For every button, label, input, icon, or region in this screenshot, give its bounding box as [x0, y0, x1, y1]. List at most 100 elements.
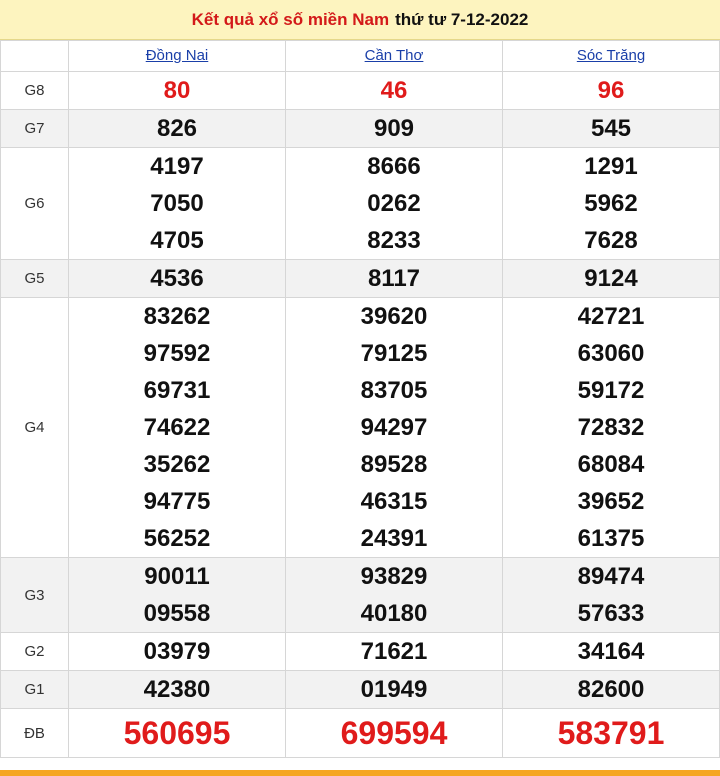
prize-number: 96 [597, 77, 625, 104]
prize-number: 35262 [143, 451, 211, 478]
prize-number: 699594 [340, 715, 448, 751]
prize-cell: 560695 [68, 708, 286, 758]
prize-cell: 1291 5962 7628 [502, 147, 720, 260]
prize-number: 68084 [577, 451, 645, 478]
bottom-bar [0, 770, 720, 776]
prize-cell: 8666 0262 8233 [285, 147, 503, 260]
prize-number: 9124 [584, 265, 638, 292]
prize-number: 24391 [360, 525, 428, 552]
prize-number: 57633 [577, 600, 645, 627]
prize-number: 4197 [150, 153, 204, 180]
results-table: Đồng Nai Cần Thơ Sóc Trăng G8 80 46 96 G7 826… [0, 40, 720, 758]
prize-number: 1291 [584, 153, 638, 180]
prize-cell: 545 [502, 109, 720, 148]
prize-label: G7 [0, 109, 69, 148]
prize-number: 560695 [123, 715, 231, 751]
prize-number: 40180 [360, 600, 428, 627]
prize-number: 69731 [143, 377, 211, 404]
prize-number: 61375 [577, 525, 645, 552]
prize-number: 56252 [143, 525, 211, 552]
prize-number: 5962 [584, 190, 638, 217]
prize-number: 42721 [577, 303, 645, 330]
results-title: Kết quả xổ số miền Nam thứ tư 7-12-2022 [0, 0, 720, 40]
prize-cell: 4197 7050 4705 [68, 147, 286, 260]
prize-number: 83705 [360, 377, 428, 404]
prize-cell: 80 [68, 71, 286, 110]
prize-number: 89474 [577, 563, 645, 590]
prize-row-g4: G4 83262 97592 69731 74622 35262 94775 56252 396… [0, 297, 720, 558]
prize-cell: 826 [68, 109, 286, 148]
prize-cell: 8117 [285, 259, 503, 298]
prize-number: 89528 [360, 451, 428, 478]
prize-number: 83262 [143, 303, 211, 330]
province-link-soc-trang[interactable]: Sóc Trăng [577, 47, 645, 64]
prize-number: 59172 [577, 377, 645, 404]
prize-label: ĐB [0, 708, 69, 758]
prize-number: 74622 [143, 414, 211, 441]
prize-number: 09558 [143, 600, 211, 627]
prize-number: 4536 [150, 265, 204, 292]
prize-row-đb: ĐB 560695 699594 583791 [0, 708, 720, 758]
prize-number: 97592 [143, 340, 211, 367]
prize-row-g8: G8 80 46 96 [0, 71, 720, 110]
province-link-dong-nai[interactable]: Đồng Nai [146, 47, 209, 64]
prize-number: 8117 [367, 265, 421, 292]
prize-number: 72832 [577, 414, 645, 441]
province-header: Đồng Nai [68, 40, 286, 72]
prize-label: G3 [0, 557, 69, 633]
prize-number: 03979 [143, 638, 211, 665]
title-region: Kết quả xổ số miền Nam [191, 9, 390, 29]
prize-cell: 03979 [68, 632, 286, 671]
prize-cell: 46 [285, 71, 503, 110]
prize-cell: 909 [285, 109, 503, 148]
prize-number: 8233 [367, 227, 421, 254]
prize-number: 39620 [360, 303, 428, 330]
prize-number: 90011 [144, 563, 210, 590]
prize-cell: 93829 40180 [285, 557, 503, 633]
prize-number: 826 [156, 115, 198, 142]
prize-cell: 42380 [68, 670, 286, 709]
prize-cell: 4536 [68, 259, 286, 298]
prize-cell: 71621 [285, 632, 503, 671]
title-date: thứ tư 7-12-2022 [395, 9, 529, 29]
prize-number: 909 [373, 115, 415, 142]
province-link-can-tho[interactable]: Cần Thơ [365, 47, 424, 64]
prize-number: 01949 [360, 676, 428, 703]
prize-cell: 83262 97592 69731 74622 35262 94775 56252 [68, 297, 286, 558]
prize-row-g2: G2 03979 71621 34164 [0, 632, 720, 671]
header-blank [0, 40, 69, 72]
prize-cell: 39620 79125 83705 94297 89528 46315 24391 [285, 297, 503, 558]
prize-cell: 42721 63060 59172 72832 68084 39652 61375 [502, 297, 720, 558]
prize-number: 79125 [360, 340, 428, 367]
prize-label: G2 [0, 632, 69, 671]
prize-row-g5: G5 4536 8117 9124 [0, 259, 720, 298]
prize-number: 7050 [150, 190, 204, 217]
prize-number: 63060 [577, 340, 645, 367]
province-header: Sóc Trăng [502, 40, 720, 72]
prize-number: 71621 [360, 638, 428, 665]
prize-number: 34164 [577, 638, 645, 665]
prize-number: 39652 [577, 488, 645, 515]
prize-number: 46315 [360, 488, 428, 515]
prize-label: G6 [0, 147, 69, 260]
prize-row-g3: G3 90011 09558 93829 40180 89474 57633 [0, 557, 720, 633]
results-panel: Kết quả xổ số miền Nam thứ tư 7-12-2022 … [0, 0, 720, 776]
prize-cell: 34164 [502, 632, 720, 671]
province-header: Cần Thơ [285, 40, 503, 72]
prize-cell: 9124 [502, 259, 720, 298]
prize-cell: 90011 09558 [68, 557, 286, 633]
prize-cell: 01949 [285, 670, 503, 709]
prize-number: 94775 [143, 488, 211, 515]
prize-number: 583791 [557, 715, 665, 751]
prize-row-g6: G6 4197 7050 4705 8666 0262 8233 1291 5962 7628 [0, 147, 720, 260]
prize-number: 8666 [367, 153, 421, 180]
prize-label: G8 [0, 71, 69, 110]
prize-number: 46 [380, 77, 408, 104]
prize-label: G4 [0, 297, 69, 558]
prize-number: 7628 [584, 227, 638, 254]
prize-row-g7: G7 826 909 545 [0, 109, 720, 148]
prize-number: 82600 [577, 676, 645, 703]
prize-cell: 96 [502, 71, 720, 110]
prize-rows: G8 80 46 96 G7 826 909 545 G6 4197 7050 4705 8666 026… [0, 71, 720, 758]
prize-number: 4705 [150, 227, 204, 254]
